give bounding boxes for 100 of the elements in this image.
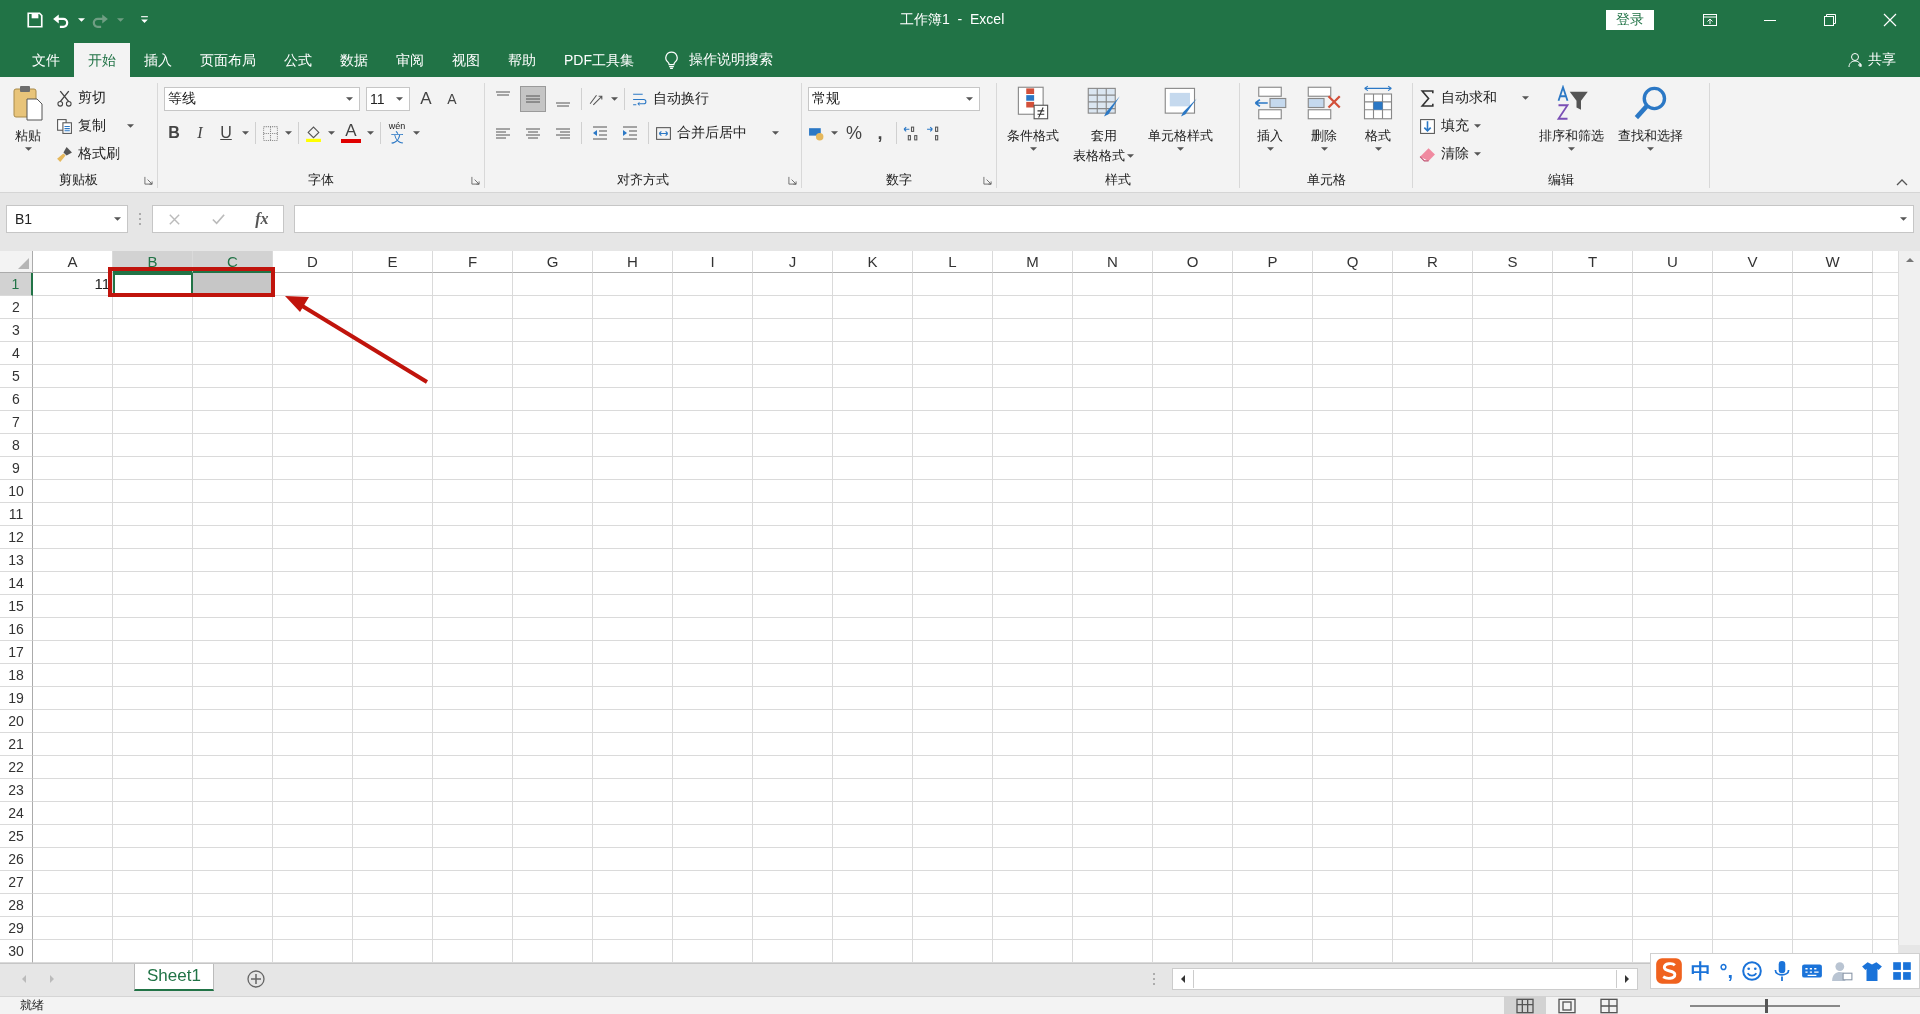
triangle-icon: [18, 258, 29, 269]
name-box[interactable]: B1: [6, 205, 128, 234]
group-label: 剪贴板: [59, 171, 98, 190]
wrap-text-button[interactable]: 自动换行: [631, 86, 709, 113]
horizontal-scrollbar[interactable]: [1172, 968, 1638, 990]
caret-icon[interactable]: [367, 131, 374, 136]
fill-color-icon[interactable]: [305, 124, 322, 142]
shrink-font-button[interactable]: A: [442, 87, 462, 112]
caret-icon[interactable]: [611, 97, 618, 102]
ribbon-tab[interactable]: 插入: [130, 43, 186, 78]
grow-font-button[interactable]: A: [416, 87, 436, 112]
increase-decimal-icon[interactable]: [903, 124, 920, 142]
customize-icon[interactable]: [140, 15, 149, 25]
clear-button[interactable]: 清除: [1419, 141, 1529, 168]
slider-thumb[interactable]: [1765, 998, 1768, 1013]
font-size-select[interactable]: 11: [366, 87, 410, 112]
caret-icon[interactable]: [831, 131, 838, 136]
fill-down-icon: [1419, 117, 1436, 135]
fill-button[interactable]: 填充: [1419, 113, 1529, 140]
caret-icon: [396, 97, 403, 102]
save-icon[interactable]: [26, 10, 44, 29]
lightbulb-icon: [664, 50, 679, 70]
conditional-formatting-button[interactable]: 条件格式: [1003, 83, 1063, 154]
table-cell[interactable]: 11: [33, 273, 113, 296]
font-color-button[interactable]: A: [341, 123, 361, 144]
dialog-launcher-icon[interactable]: [983, 176, 992, 186]
scroll-up-icon[interactable]: [1904, 255, 1915, 265]
caret-icon[interactable]: [285, 131, 292, 136]
cell-styles-button[interactable]: 单元格样式: [1144, 83, 1217, 154]
formula-input[interactable]: [294, 205, 1914, 234]
delete-cells-button[interactable]: 删除: [1300, 83, 1348, 154]
status-text: 就绪: [20, 997, 44, 1014]
ribbon-display-icon[interactable]: [1702, 11, 1718, 28]
caret-icon[interactable]: [413, 131, 420, 136]
cut-button[interactable]: 剪切: [56, 85, 134, 112]
font-name-select[interactable]: 等线: [164, 87, 360, 112]
smiley-icon[interactable]: [1741, 960, 1763, 982]
add-sheet-icon[interactable]: [245, 969, 266, 989]
share-button[interactable]: 共享: [1848, 43, 1896, 78]
vertical-scrollbar[interactable]: [1898, 251, 1920, 945]
ribbon-tab[interactable]: 页面布局: [186, 43, 270, 78]
caret-icon[interactable]: [78, 17, 85, 22]
dialog-launcher-icon[interactable]: [471, 176, 480, 186]
copy-button[interactable]: 复制: [56, 113, 134, 140]
caret-icon[interactable]: [1900, 217, 1907, 222]
dialog-launcher-icon[interactable]: [144, 176, 153, 186]
format-as-table-button[interactable]: 套用 表格格式: [1069, 83, 1138, 168]
italic-button[interactable]: I: [190, 121, 210, 146]
grid-icon[interactable]: [1891, 960, 1913, 982]
insert-cells-button[interactable]: 插入: [1246, 83, 1294, 154]
underline-button[interactable]: U: [216, 121, 236, 146]
number-format-select[interactable]: 常规: [808, 87, 980, 112]
merge-center-button[interactable]: 合并后居中: [655, 120, 779, 147]
sheet-tab[interactable]: Sheet1: [134, 964, 214, 991]
format-cells-button[interactable]: 格式: [1354, 83, 1402, 154]
autosum-button[interactable]: 自动求和: [1419, 85, 1529, 112]
merge-cells-icon: [655, 124, 672, 142]
group-label: 编辑: [1548, 171, 1574, 190]
borders-icon[interactable]: [262, 124, 279, 142]
person-icon: [1848, 52, 1864, 69]
group-label: 样式: [1105, 171, 1131, 190]
find-select-button[interactable]: 查找和选择: [1614, 83, 1687, 154]
caret-icon: [1568, 147, 1575, 152]
caret-icon[interactable]: [328, 131, 335, 136]
collapse-ribbon-icon[interactable]: [1896, 178, 1908, 187]
group-label: 数字: [886, 171, 912, 190]
punctuation-toggle[interactable]: °,: [1719, 959, 1733, 983]
scroll-thumb[interactable]: [1193, 970, 1617, 988]
ribbon-tab[interactable]: PDF工具集: [550, 43, 648, 78]
input-mode-toggle[interactable]: 中: [1691, 957, 1712, 985]
sigma-icon: [1419, 89, 1436, 107]
ribbon-tab[interactable]: 帮助: [494, 43, 550, 78]
percent-button[interactable]: %: [844, 121, 864, 146]
close-icon[interactable]: [1882, 11, 1898, 28]
ribbon-tab[interactable]: 视图: [438, 43, 494, 78]
ribbon-tab[interactable]: 公式: [270, 43, 326, 78]
dialog-launcher-icon[interactable]: [788, 176, 797, 186]
shirt-icon[interactable]: [1861, 960, 1883, 982]
sign-in-button[interactable]: 登录: [1606, 9, 1654, 30]
insert-function-button[interactable]: fx: [255, 210, 269, 229]
caret-icon: [1029, 147, 1037, 152]
row-header[interactable]: 1: [0, 273, 33, 296]
comma-button[interactable]: ,: [870, 121, 890, 146]
ribbon-tab[interactable]: 文件: [18, 43, 74, 78]
phonetic-button[interactable]: wén 文: [387, 121, 407, 146]
ribbon-tab[interactable]: 开始: [74, 43, 130, 78]
bold-button[interactable]: B: [164, 121, 184, 146]
caret-icon[interactable]: [242, 131, 249, 136]
scroll-right-icon[interactable]: [1622, 974, 1632, 984]
restore-icon[interactable]: [1822, 11, 1838, 28]
format-painter-button[interactable]: 格式刷: [56, 141, 134, 168]
caret-icon: [1266, 147, 1274, 152]
caret-icon: [24, 147, 32, 152]
tell-me-search[interactable]: 操作说明搜索: [689, 51, 773, 70]
ribbon-tab[interactable]: 审阅: [382, 43, 438, 78]
ribbon-tab[interactable]: 数据: [326, 43, 382, 78]
copy-icon: [56, 117, 73, 135]
ime-logo-icon[interactable]: [1655, 957, 1684, 985]
paste-button[interactable]: 粘贴: [6, 83, 50, 154]
sort-filter-button[interactable]: 排序和筛选: [1535, 83, 1608, 154]
